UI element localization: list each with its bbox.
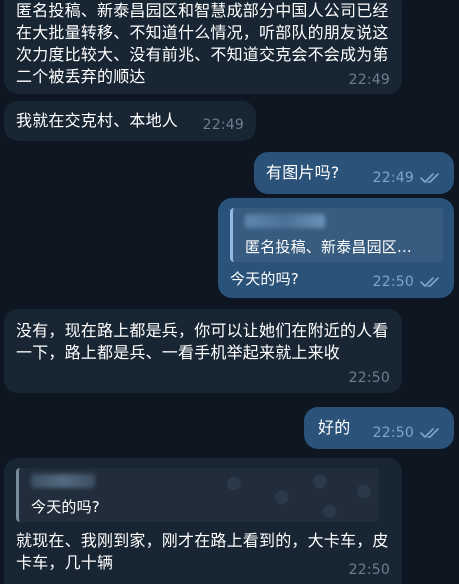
message-time: 22:50 [372, 274, 414, 290]
message-text: 就现在、我刚到家，刚才在路上看到的，大卡车，皮卡车，几十辆 [16, 531, 389, 572]
message-text: 匿名投稿、新泰昌园区和智慧成部分中国人公司已经在大批量转移、不知道什么情况，听部… [16, 1, 389, 86]
message-time: 22:50 [348, 562, 390, 578]
double-check-icon [420, 172, 442, 184]
message-time: 22:49 [202, 117, 244, 133]
reply-author-name [31, 474, 95, 488]
message-meta: 22:49 [373, 170, 442, 186]
message-time: 22:50 [372, 425, 414, 441]
message-meta: 22:50 [349, 562, 390, 578]
message-bubble-incoming[interactable]: 我就在交克村、本地人 22:49 [4, 101, 256, 141]
reply-text: 今天的吗? [31, 498, 100, 516]
message-time: 22:49 [348, 72, 390, 88]
chat-area: 匿名投稿、新泰昌园区和智慧成部分中国人公司已经在大批量转移、不知道什么情况，听部… [0, 0, 459, 584]
message-bubble-outgoing[interactable]: 好的 22:50 [304, 407, 454, 449]
message-meta: 22:49 [203, 117, 244, 133]
message-bubble-outgoing[interactable]: 匿名投稿、新泰昌园区... 今天的吗? 22:50 [218, 198, 454, 298]
message-bubble-incoming[interactable]: 匿名投稿、新泰昌园区和智慧成部分中国人公司已经在大批量转移、不知道什么情况，听部… [4, 0, 402, 94]
message-bubble-incoming[interactable]: ● ● ● ● ● 今天的吗? 就现在、我刚到家，刚才在路上看到的，大卡车，皮卡… [4, 458, 402, 584]
reply-preview[interactable]: 匿名投稿、新泰昌园区... [230, 208, 443, 262]
message-meta: 22:50 [349, 370, 390, 386]
message-bubble-incoming[interactable]: 没有，现在路上都是兵，你可以让她们在附近的人看一下，路上都是兵、一看手机举起来就… [4, 309, 402, 393]
message-meta: 22:50 [373, 274, 442, 290]
message-bubble-outgoing[interactable]: 有图片吗? 22:49 [254, 152, 454, 194]
message-text: 没有，现在路上都是兵，你可以让她们在附近的人看一下，路上都是兵、一看手机举起来就… [16, 321, 389, 362]
double-check-icon [420, 276, 442, 288]
message-time: 22:50 [348, 370, 390, 386]
message-meta: 22:49 [349, 72, 390, 88]
reply-text: 匿名投稿、新泰昌园区... [245, 238, 412, 256]
reply-author-name [245, 214, 325, 228]
message-time: 22:49 [372, 170, 414, 186]
double-check-icon [420, 427, 442, 439]
message-meta: 22:50 [373, 425, 442, 441]
reply-preview[interactable]: 今天的吗? [16, 468, 379, 522]
